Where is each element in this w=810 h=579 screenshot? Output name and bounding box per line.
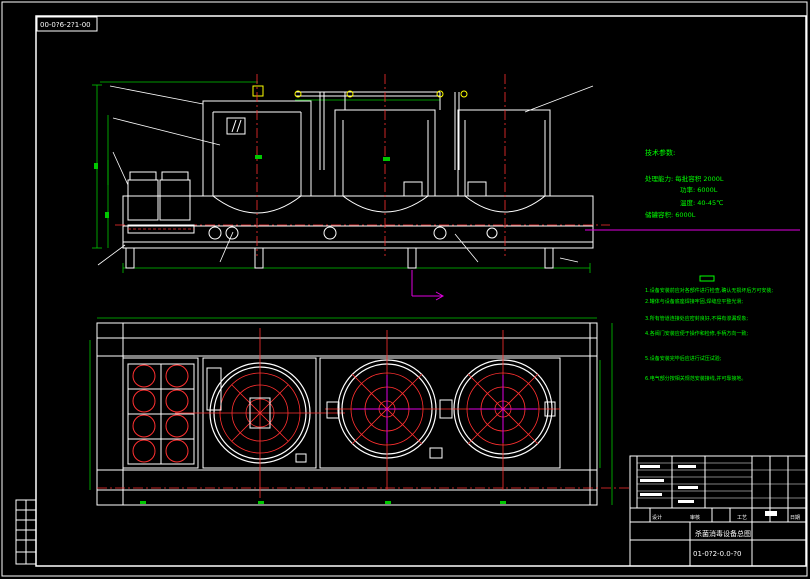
requirements-heading-box (699, 275, 715, 282)
note-line-4: 储罐容积: 6000L (645, 210, 696, 219)
bottom-right-code: 01-0?2-0.0-?0 (693, 550, 741, 558)
note-line-1: 处理能力: 每批容积 2000L (645, 174, 724, 183)
req-line-1: 1.设备安装前应对各部件进行检查,确认无损坏后方可安装; (645, 287, 773, 294)
req-line-4: 4.各阀门安装应便于操作和检修,手柄方向一致; (645, 330, 748, 337)
left-revision-strip (15, 499, 37, 565)
req-line-3: 3.所有管道连接处应密封良好,不得有渗漏现象; (645, 315, 748, 322)
note-line-2: 功率: 6000L (680, 185, 718, 194)
plan-view (89, 317, 630, 506)
title-block: 设计 审核 工艺 日期 杀菌消毒设备总图 01-0?2-0.0-?0 (629, 455, 807, 567)
top-left-code: 00-0?6-2?1-00 (40, 21, 91, 29)
req-line-6: 6.电气部分按相关规范安装接线,并可靠接地。 (645, 375, 746, 382)
cad-drawing-canvas: 00-0?6-2?1-00 技术参数: 处理能力: 每批容积 2000L 功率:… (1, 1, 808, 577)
notes-block: 技术参数: 处理能力: 每批容积 2000L 功率: 6000L 温度: 40-… (645, 148, 773, 382)
tb-cell-3: 工艺 (737, 515, 747, 521)
note-line-3: 温度: 40-45℃ (680, 198, 723, 207)
tb-cell-1: 设计 (652, 514, 662, 521)
notes-heading: 技术参数: (645, 148, 675, 157)
tb-cell-4: 日期 (790, 515, 800, 521)
tb-cell-2: 审核 (690, 514, 700, 521)
req-line-5: 5.设备安装完毕后应进行试压试验; (645, 355, 722, 362)
req-line-2: 2.罐体与设备底座焊接牢固,焊缝应平整光滑; (645, 298, 743, 305)
drawing-title: 杀菌消毒设备总图 (695, 529, 751, 538)
